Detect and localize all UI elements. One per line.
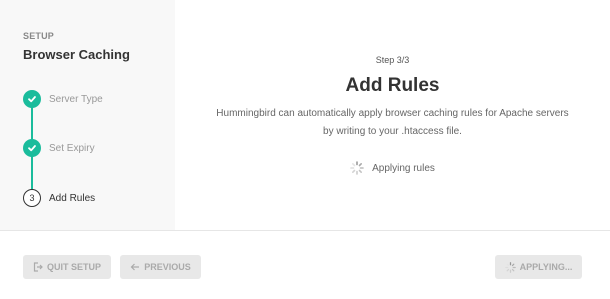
quit-setup-label: QUIT SETUP [46,262,101,272]
quit-setup-button[interactable]: QUIT SETUP [23,255,111,279]
page-title: Add Rules [345,75,440,96]
spinner-icon [350,161,364,175]
check-icon [23,139,41,157]
previous-label: PREVIOUS [144,262,191,272]
exit-icon [33,262,43,272]
step-label: Set Expiry [49,142,95,154]
description: Hummingbird can automatically apply brow… [216,108,569,137]
arrow-left-icon [130,262,140,272]
applying-button[interactable]: APPLYING... [495,255,582,279]
status-text: Applying rules [372,162,435,174]
footer-divider [0,230,610,231]
applying-label: APPLYING... [519,262,573,272]
step-label: Server Type [49,93,103,105]
check-icon [23,90,41,108]
setup-main: Step 3/3 Add Rules Hummingbird can autom… [175,0,610,230]
step-server-type: Server Type [23,90,103,108]
step-set-expiry: Set Expiry [23,139,95,157]
previous-button[interactable]: PREVIOUS [120,255,201,279]
step-number: 3 [23,189,41,207]
sidebar-title: Browser Caching [23,47,130,62]
step-add-rules: 3 Add Rules [23,189,95,207]
applying-status: Applying rules [175,161,610,175]
spinner-icon [504,261,516,273]
setup-sidebar: SETUP Browser Caching Server Type Set Ex… [0,0,175,230]
step-label: Add Rules [49,192,96,204]
step-count: Step 3/3 [375,55,410,65]
setup-eyebrow: SETUP [23,31,55,41]
